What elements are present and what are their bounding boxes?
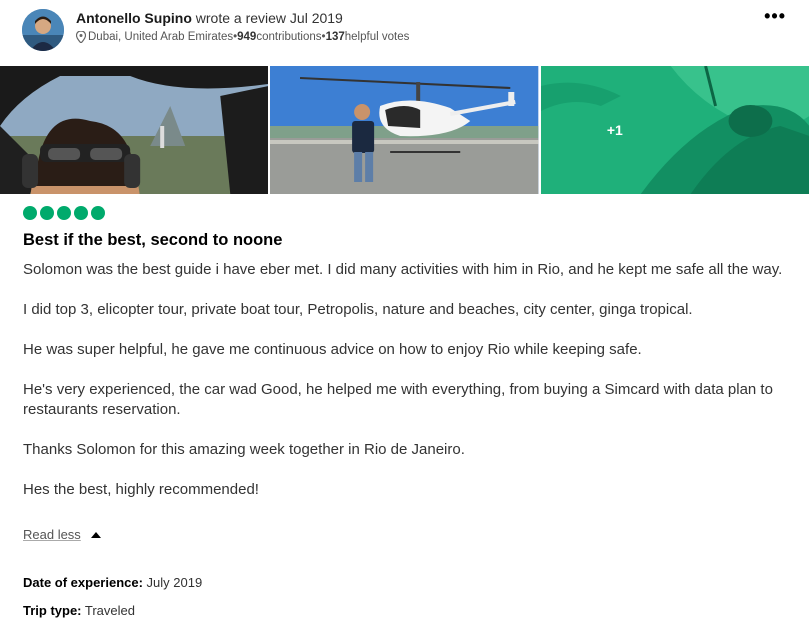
contributions-label: contributions: [256, 31, 322, 43]
helpful-count: 137: [325, 31, 345, 43]
author-location: Dubai, United Arab Emirates: [88, 31, 234, 43]
helicopter-selfie-image: [0, 66, 269, 194]
avatar-image: [22, 9, 64, 51]
trip-value: Traveled: [81, 603, 135, 618]
read-less-label: Read less: [23, 527, 81, 542]
review-photos: +1: [0, 66, 809, 194]
review-photo-2[interactable]: [270, 66, 539, 194]
contributions-count: 949: [237, 31, 257, 43]
rating-bubble: [74, 206, 88, 220]
review-action: wrote a review Jul 2019: [191, 10, 343, 26]
rating-bubbles: [23, 206, 105, 220]
author-meta: Dubai, United Arab Emirates • 949 contri…: [76, 31, 409, 43]
review-paragraph: He's very experienced, the car wad Good,…: [23, 381, 773, 418]
author-name[interactable]: Antonello Supino: [76, 10, 192, 26]
trip-label: Trip type:: [23, 603, 82, 618]
trip-type: Trip type: Traveled: [23, 603, 135, 618]
review-paragraph: Solomon was the best guide i have eber m…: [23, 261, 783, 278]
rating-bubble: [40, 206, 54, 220]
date-of-experience: Date of experience: July 2019: [23, 575, 202, 590]
rating-bubble: [91, 206, 105, 220]
avatar[interactable]: [22, 9, 64, 51]
rating-bubble: [57, 206, 71, 220]
author-line: Antonello Supino wrote a review Jul 2019: [76, 10, 343, 26]
read-less-button[interactable]: Read less: [23, 527, 101, 542]
review-photo-3[interactable]: +1: [540, 66, 809, 194]
date-value: July 2019: [142, 575, 203, 590]
review-paragraph: I did top 3, elicopter tour, private boa…: [23, 301, 693, 318]
helicopter-ground-image: [270, 66, 539, 194]
more-photos-count[interactable]: +1: [541, 66, 809, 194]
review-paragraph: Thanks Solomon for this amazing week tog…: [23, 441, 465, 458]
review-paragraph: Hes the best, highly recommended!: [23, 481, 259, 498]
rating-bubble: [23, 206, 37, 220]
review-title[interactable]: Best if the best, second to noone: [23, 231, 282, 250]
date-label: Date of experience:: [23, 575, 143, 590]
review-header: Antonello Supino wrote a review Jul 2019…: [22, 7, 792, 53]
more-options-button[interactable]: •••: [764, 7, 786, 25]
review-photo-1[interactable]: [0, 66, 269, 194]
review-paragraph: He was super helpful, he gave me continu…: [23, 341, 642, 358]
review-body: Solomon was the best guide i have eber m…: [23, 260, 798, 520]
helpful-label: helpful votes: [344, 31, 410, 43]
caret-up-icon: [90, 531, 101, 538]
map-pin-icon: [76, 31, 86, 43]
